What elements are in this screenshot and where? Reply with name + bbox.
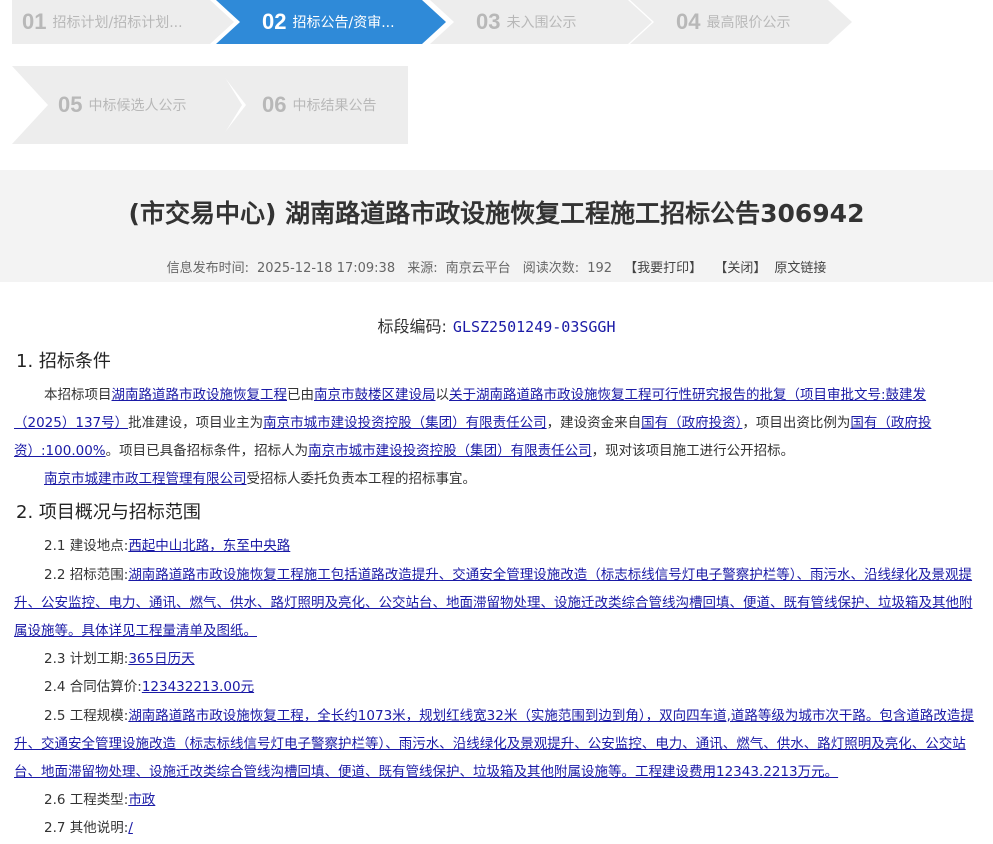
item-label: 2.4 合同估算价:	[44, 679, 142, 695]
step-label: 中标候选人公示	[88, 98, 187, 114]
original-link[interactable]: 原文链接	[774, 261, 826, 276]
section-1-heading: 1. 招标条件	[16, 351, 111, 372]
text-run: 本招标项目	[44, 387, 112, 403]
source-label: 来源:	[407, 261, 438, 276]
item-value: 湖南路道路市政设施恢复工程施工包括道路改造提升、交通安全管理设施改造（标志标线信…	[14, 567, 973, 639]
item-2-5: 2.5 工程规模:湖南路道路市政设施恢复工程，全长约1073米，规划红线宽32米…	[14, 702, 974, 786]
close-button[interactable]: 【关闭】	[714, 261, 766, 276]
segment-code-value: GLSZ2501249-03SGGH	[452, 318, 616, 336]
step-06-result[interactable]: 06 中标结果公告	[216, 66, 408, 144]
step-number: 03	[476, 9, 501, 34]
section-2-heading: 2. 项目概况与招标范围	[16, 502, 201, 523]
step-number: 05	[58, 92, 83, 117]
text-run: 受招标人委托负责本工程的招标事宜。	[246, 471, 477, 487]
item-label: 2.1 建设地点:	[44, 538, 129, 554]
agent-link[interactable]: 南京市城建市政工程管理有限公司	[44, 471, 247, 487]
step-label: 最高限价公示	[706, 15, 791, 31]
item-2-1: 2.1 建设地点:西起中山北路，东至中央路	[44, 532, 290, 560]
project-name-link[interactable]: 湖南路道路市政设施恢复工程	[112, 387, 288, 403]
item-value: 西起中山北路，东至中央路	[128, 538, 291, 554]
publish-time: 2025-12-18 17:09:38	[257, 261, 396, 276]
step-05-candidate[interactable]: 05 中标候选人公示	[12, 66, 242, 144]
step-label: 中标结果公告	[292, 98, 377, 114]
section-1-paragraph: 本招标项目湖南路道路市政设施恢复工程已由南京市鼓楼区建设局以关于湖南路道路市政设…	[14, 381, 974, 465]
segment-code: 标段编码: GLSZ2501249-03SGGH	[0, 313, 993, 337]
item-label: 2.2 招标范围:	[44, 567, 129, 583]
step-number: 02	[262, 9, 287, 34]
item-2-7: 2.7 其他说明:/	[44, 814, 133, 842]
text-run: 。项目已具备招标条件，招标人为	[105, 443, 309, 459]
meta-bar: 信息发布时间: 2025-12-18 17:09:38 来源: 南京云平台 阅读次数…	[0, 257, 993, 276]
step-04-max-price[interactable]: 04 最高限价公示	[630, 0, 852, 44]
item-label: 2.3 计划工期:	[44, 651, 129, 667]
section-1-agent-paragraph: 南京市城建市政工程管理有限公司受招标人委托负责本工程的招标事宜。	[14, 465, 974, 493]
step-label: 未入围公示	[506, 15, 577, 31]
item-2-2: 2.2 招标范围:湖南路道路市政设施恢复工程施工包括道路改造提升、交通安全管理设…	[14, 561, 974, 645]
item-value: 123432213.00元	[141, 679, 255, 695]
item-2-4: 2.4 合同估算价:123432213.00元	[44, 673, 254, 701]
approval-authority-link[interactable]: 南京市鼓楼区建设局	[314, 387, 436, 403]
process-steps: 01 招标计划/招标计划... 02 招标公告/资审... 03 未入围公示 0…	[0, 0, 993, 170]
text-run: ，项目出资比例为	[742, 415, 851, 431]
text-run: 已由	[287, 387, 314, 403]
text-run: ，现对该项目施工进行公开招标。	[591, 443, 795, 459]
text-run: ，建设资金来自	[546, 415, 642, 431]
publish-time-label: 信息发布时间:	[166, 261, 250, 276]
step-number: 01	[22, 9, 47, 34]
step-03-not-shortlisted[interactable]: 03 未入围公示	[430, 0, 652, 44]
print-button[interactable]: 【我要打印】	[624, 261, 702, 276]
project-owner-link[interactable]: 南京市城市建设投资控股（集团）有限责任公司	[263, 415, 547, 431]
step-number: 04	[676, 9, 701, 34]
step-number: 06	[262, 92, 287, 117]
reads-label: 阅读次数:	[522, 261, 580, 276]
item-value: 湖南路道路市政设施恢复工程，全长约1073米，规划红线宽32米（实施范围到边到角…	[14, 708, 974, 780]
source-value: 南京云平台	[445, 261, 511, 276]
item-value: /	[128, 820, 133, 836]
item-2-6: 2.6 工程类型:市政	[44, 786, 155, 814]
fund-source-link[interactable]: 国有（政府投资）	[641, 415, 742, 431]
item-label: 2.7 其他说明:	[44, 820, 129, 836]
step-02-bidding-announcement[interactable]: 02 招标公告/资审...	[216, 0, 446, 44]
item-value: 市政	[128, 792, 156, 808]
reads-count: 192	[587, 261, 613, 276]
text-run: 以	[435, 387, 450, 403]
step-label: 招标公告/资审...	[292, 15, 395, 31]
text-run: 批准建设，项目业主为	[128, 415, 264, 431]
item-label: 2.6 工程类型:	[44, 792, 129, 808]
item-value: 365日历天	[128, 651, 195, 667]
item-2-3: 2.3 计划工期:365日历天	[44, 645, 195, 673]
page-title: (市交易中心) 湖南路道路市政设施恢复工程施工招标公告306942	[128, 199, 865, 228]
segment-code-label: 标段编码:	[377, 317, 447, 336]
tenderer-link[interactable]: 南京市城市建设投资控股（集团）有限责任公司	[308, 443, 592, 459]
step-01-bidding-plan[interactable]: 01 招标计划/招标计划...	[12, 0, 234, 44]
item-label: 2.5 工程规模:	[44, 708, 129, 724]
step-label: 招标计划/招标计划...	[52, 15, 183, 31]
